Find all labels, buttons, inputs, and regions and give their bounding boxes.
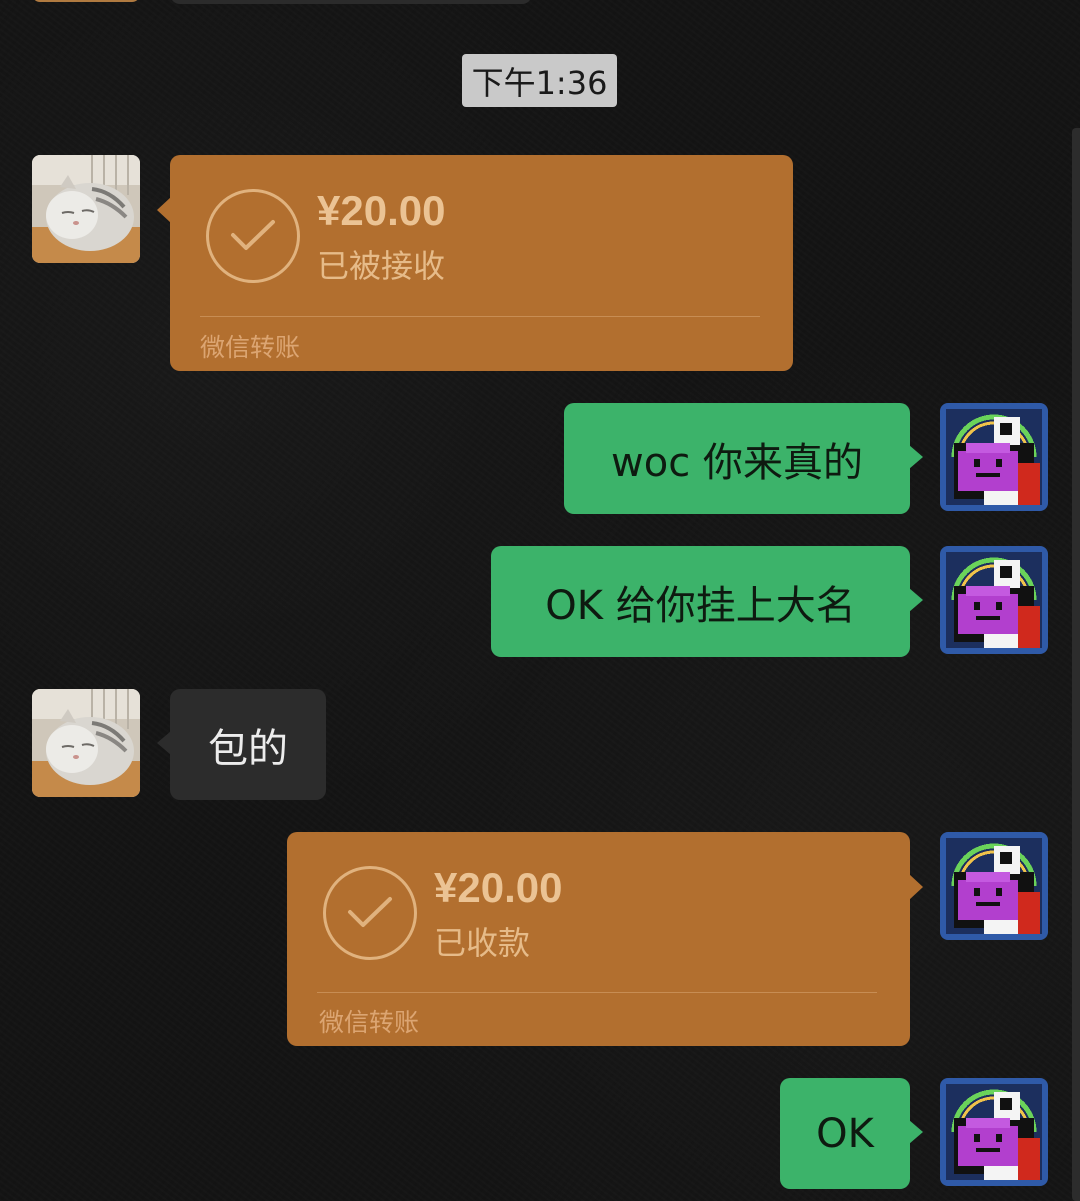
sent-message-bubble[interactable]: OK	[780, 1078, 923, 1189]
pixel-monster-avatar[interactable]	[940, 403, 1048, 511]
sent-message-bubble[interactable]: OK 给你挂上大名	[491, 546, 923, 657]
transfer-status: 已收款	[434, 924, 531, 962]
cat-avatar[interactable]	[32, 689, 140, 797]
previous-avatar-fragment	[32, 0, 140, 2]
transfer-label: 微信转账	[319, 1008, 420, 1037]
check-circle-icon	[323, 866, 417, 960]
previous-message-fragment	[170, 0, 532, 4]
transfer-amount: ¥20.00	[434, 864, 563, 911]
received-message-bubble[interactable]: 包的	[157, 689, 326, 800]
transfer-card-sent[interactable]: ¥20.00 已收款 微信转账	[287, 832, 923, 1046]
pixel-monster-avatar[interactable]	[940, 1078, 1048, 1186]
check-circle-icon	[206, 189, 300, 283]
transfer-status: 已被接收	[317, 247, 446, 285]
sent-message-bubble[interactable]: woc 你来真的	[564, 403, 923, 514]
divider	[200, 316, 760, 317]
transfer-amount: ¥20.00	[317, 187, 446, 234]
pixel-monster-avatar[interactable]	[940, 546, 1048, 654]
timestamp-pill: 下午1:36	[462, 54, 617, 107]
pixel-monster-avatar[interactable]	[940, 832, 1048, 940]
cat-avatar[interactable]	[32, 155, 140, 263]
transfer-card-received[interactable]: ¥20.00 已被接收 微信转账	[157, 155, 793, 371]
divider	[317, 992, 877, 993]
transfer-label: 微信转账	[200, 333, 301, 362]
scrollbar[interactable]	[1072, 128, 1080, 1201]
